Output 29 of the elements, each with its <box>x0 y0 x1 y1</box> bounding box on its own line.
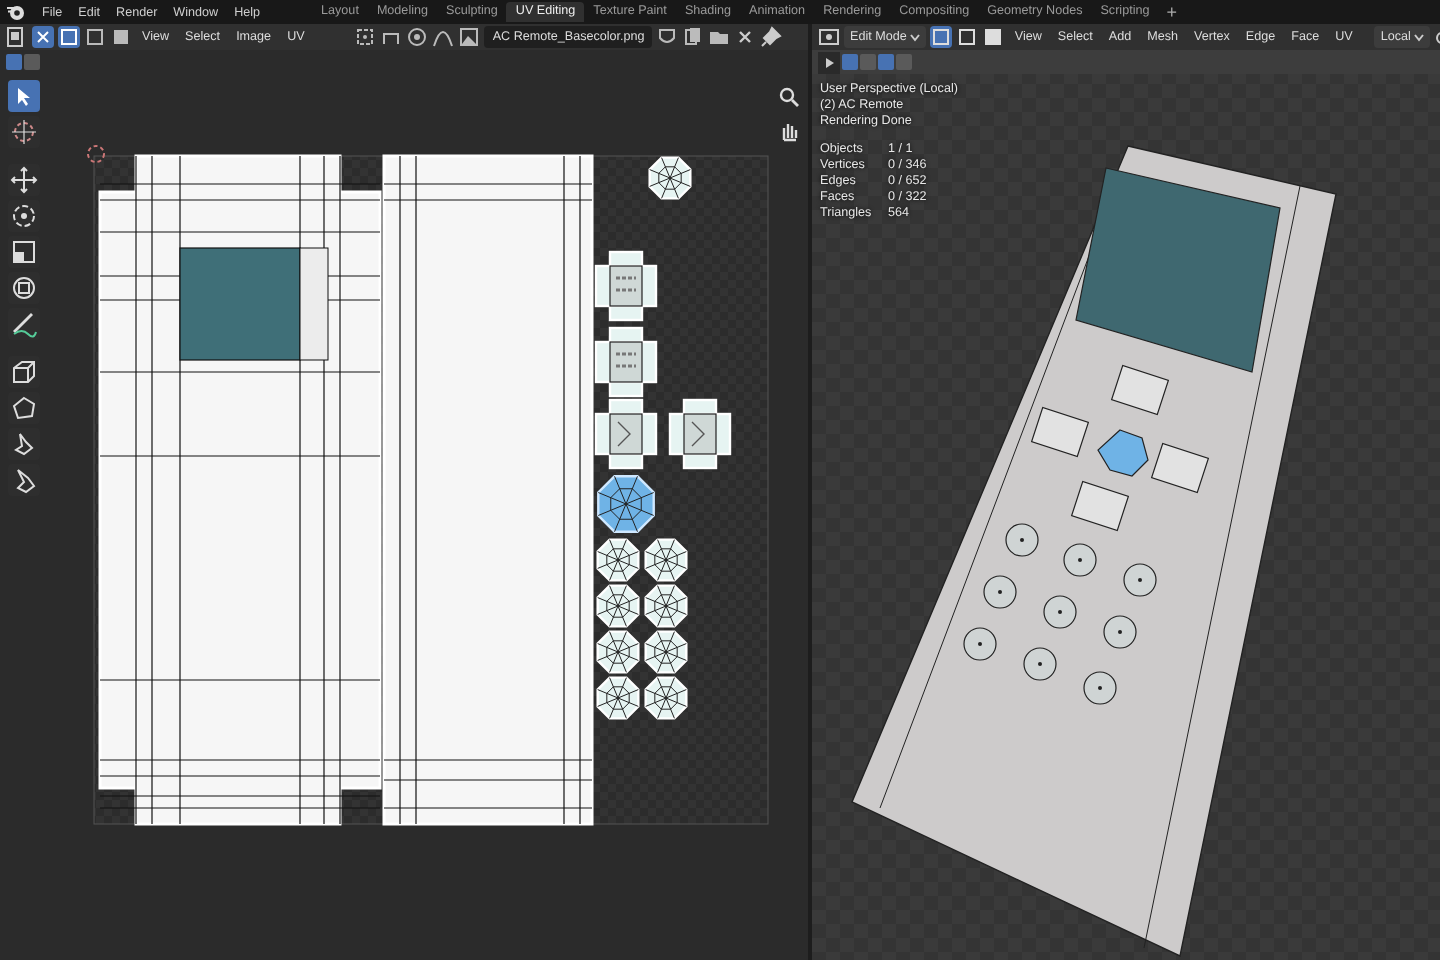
face-select-icon[interactable] <box>110 26 132 49</box>
image-browse-icon[interactable] <box>458 26 481 49</box>
proportional-edit-icon[interactable] <box>406 26 429 49</box>
falloff-curve-icon[interactable] <box>432 26 455 49</box>
button-island <box>668 398 732 470</box>
fake-user-shield-icon[interactable] <box>656 26 679 49</box>
caret-icon <box>910 33 921 41</box>
zoom-icon[interactable] <box>778 86 800 108</box>
2d-cursor-icon[interactable] <box>87 145 105 163</box>
vertex-select-icon[interactable] <box>930 26 953 48</box>
select-tool-icon[interactable] <box>8 80 40 112</box>
uv-editor-type-icon[interactable] <box>6 26 28 49</box>
scale-tool-icon[interactable] <box>8 236 40 268</box>
sticky-selection-icon[interactable] <box>6 54 22 71</box>
edge-select-icon[interactable] <box>956 26 979 48</box>
button-island <box>594 250 658 322</box>
pivot-icon[interactable] <box>354 26 377 49</box>
pin-icon[interactable] <box>760 26 783 49</box>
blender-logo-icon[interactable] <box>6 2 26 22</box>
play-icon[interactable] <box>818 51 840 73</box>
face-select-icon[interactable] <box>982 26 1005 48</box>
sync-selection-icon[interactable] <box>32 26 54 49</box>
edge-select-icon[interactable] <box>84 26 106 49</box>
caret-icon <box>1414 33 1425 41</box>
button-island <box>594 326 658 398</box>
button-island <box>594 398 658 470</box>
viewport-type-icon[interactable] <box>818 26 840 48</box>
new-image-icon[interactable] <box>682 26 705 49</box>
add-workspace-button[interactable]: + <box>1158 2 1185 22</box>
